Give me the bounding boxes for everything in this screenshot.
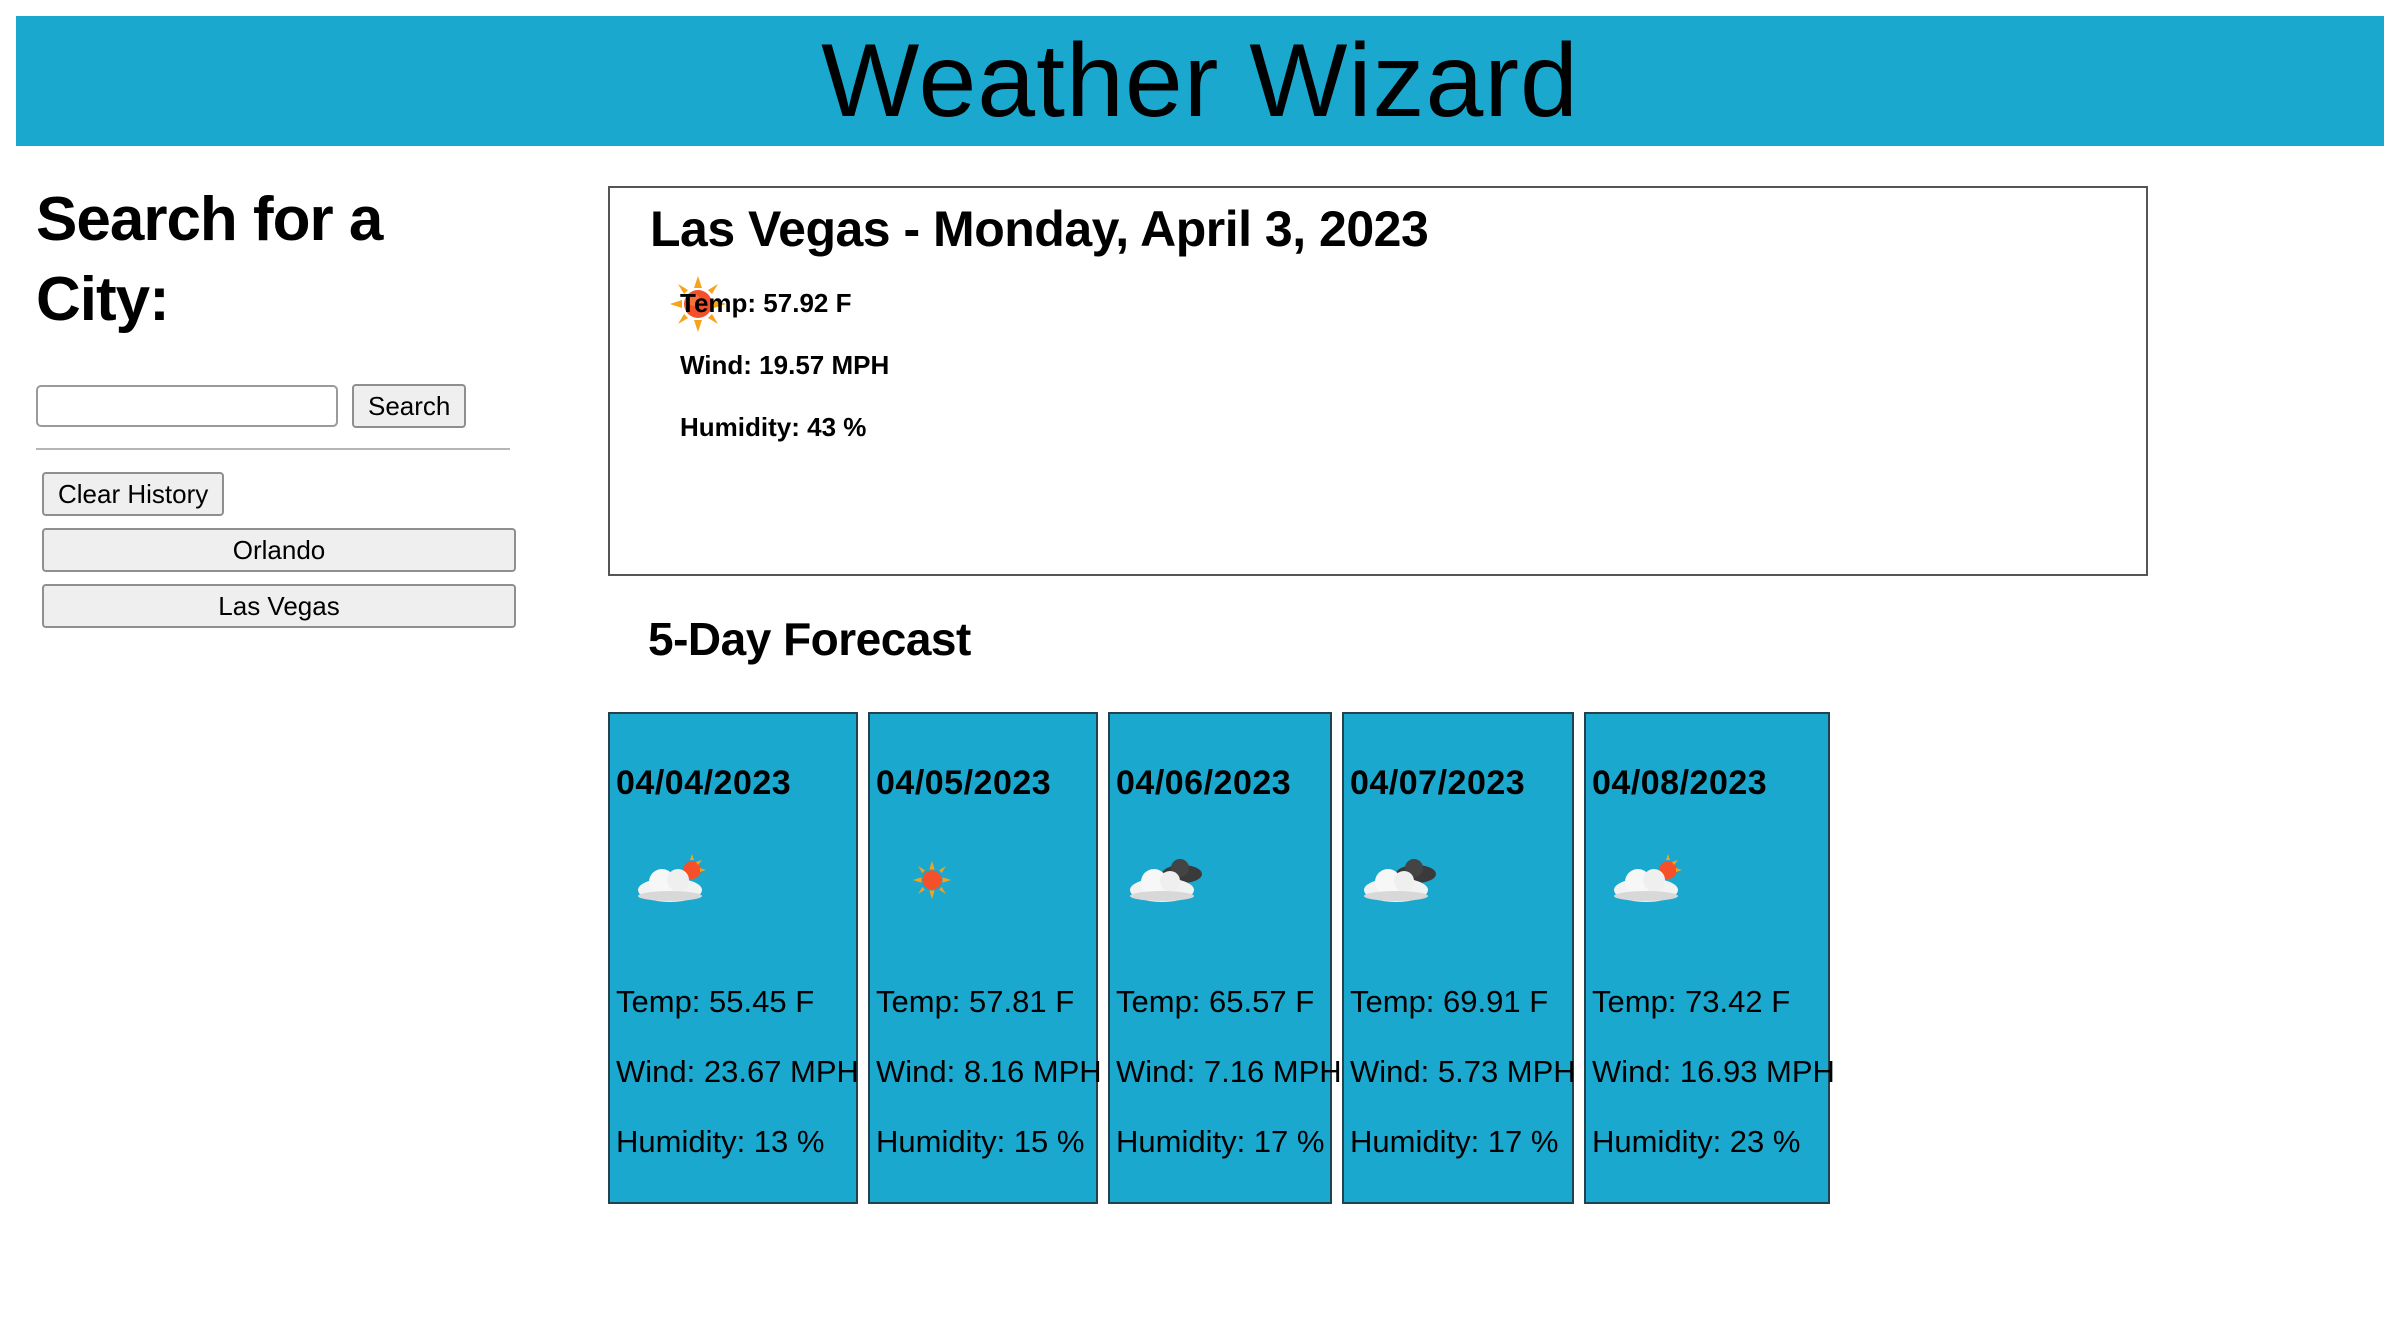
current-wind: Wind: 19.57 MPH: [680, 350, 890, 380]
search-history: Clear History Orlando Las Vegas: [42, 472, 516, 628]
app-title: Weather Wizard: [821, 23, 1579, 139]
current-temp: Temp: 57.92 F: [680, 288, 852, 318]
search-row: Search: [36, 384, 512, 428]
current-humidity: Humidity: 43 %: [680, 412, 867, 442]
forecast-title: 5-Day Forecast: [648, 613, 971, 665]
history-city-button[interactable]: Las Vegas: [42, 584, 516, 628]
divider: [36, 448, 510, 450]
forecast-date: 04/06/2023: [1116, 764, 1292, 802]
forecast-temp: Temp: 73.42 F: [1592, 984, 1791, 1019]
forecast-card: 04/07/2023 Temp: 69.91 F Wind: 5.73 MPH …: [1342, 712, 1576, 1204]
forecast-humidity: Humidity: 17 %: [1350, 1124, 1559, 1159]
cloud-dark-icon: [1358, 848, 1446, 912]
header-banner: Weather Wizard: [16, 16, 2384, 146]
forecast-card: 04/05/2023 Temp: 57.81 F Wind: 8.16 MPH …: [868, 712, 1102, 1204]
search-button[interactable]: Search: [352, 384, 467, 428]
history-city-button[interactable]: Orlando: [42, 528, 516, 572]
forecast-card: 04/08/2023 Temp: 73.42 F Wind: 16.93 MPH…: [1584, 712, 1835, 1204]
forecast-humidity: Humidity: 23 %: [1592, 1124, 1801, 1159]
forecast-card: 04/06/2023 Temp: 65.57 F Wind: 7.16 MPH …: [1108, 712, 1342, 1204]
forecast-date: 04/07/2023: [1350, 764, 1526, 802]
current-city-date: Las Vegas - Monday, April 3, 2023: [650, 201, 1429, 257]
forecast-date: 04/04/2023: [616, 764, 792, 802]
search-heading: Search for a City:: [36, 185, 383, 334]
cloud-sun-icon: [1606, 848, 1694, 912]
forecast-wind: Wind: 8.16 MPH: [876, 1054, 1102, 1089]
forecast-wind: Wind: 5.73 MPH: [1350, 1054, 1576, 1089]
forecast-temp: Temp: 57.81 F: [876, 984, 1075, 1019]
forecast-date: 04/08/2023: [1592, 764, 1768, 802]
clear-history-button[interactable]: Clear History: [42, 472, 225, 516]
cloud-dark-icon: [1124, 848, 1212, 912]
search-input[interactable]: [36, 385, 338, 427]
search-sidebar: Search for a City: Search Clear History …: [36, 180, 516, 628]
sun-icon: [904, 848, 960, 912]
current-weather-card: Las Vegas - Monday, April 3, 2023 Temp: …: [608, 186, 2148, 576]
forecast-temp: Temp: 69.91 F: [1350, 984, 1549, 1019]
forecast-temp: Temp: 55.45 F: [616, 984, 815, 1019]
cloud-sun-icon: [630, 848, 718, 912]
forecast-wind: Wind: 23.67 MPH: [616, 1054, 859, 1089]
forecast-humidity: Humidity: 15 %: [876, 1124, 1085, 1159]
forecast-humidity: Humidity: 13 %: [616, 1124, 825, 1159]
forecast-humidity: Humidity: 17 %: [1116, 1124, 1325, 1159]
forecast-wind: Wind: 16.93 MPH: [1592, 1054, 1835, 1089]
forecast-card: 04/04/2023 Temp: 55.45 F Wind: 23.67 MPH…: [608, 712, 859, 1204]
forecast-temp: Temp: 65.57 F: [1116, 984, 1315, 1019]
forecast-wind: Wind: 7.16 MPH: [1116, 1054, 1342, 1089]
forecast-date: 04/05/2023: [876, 764, 1052, 802]
